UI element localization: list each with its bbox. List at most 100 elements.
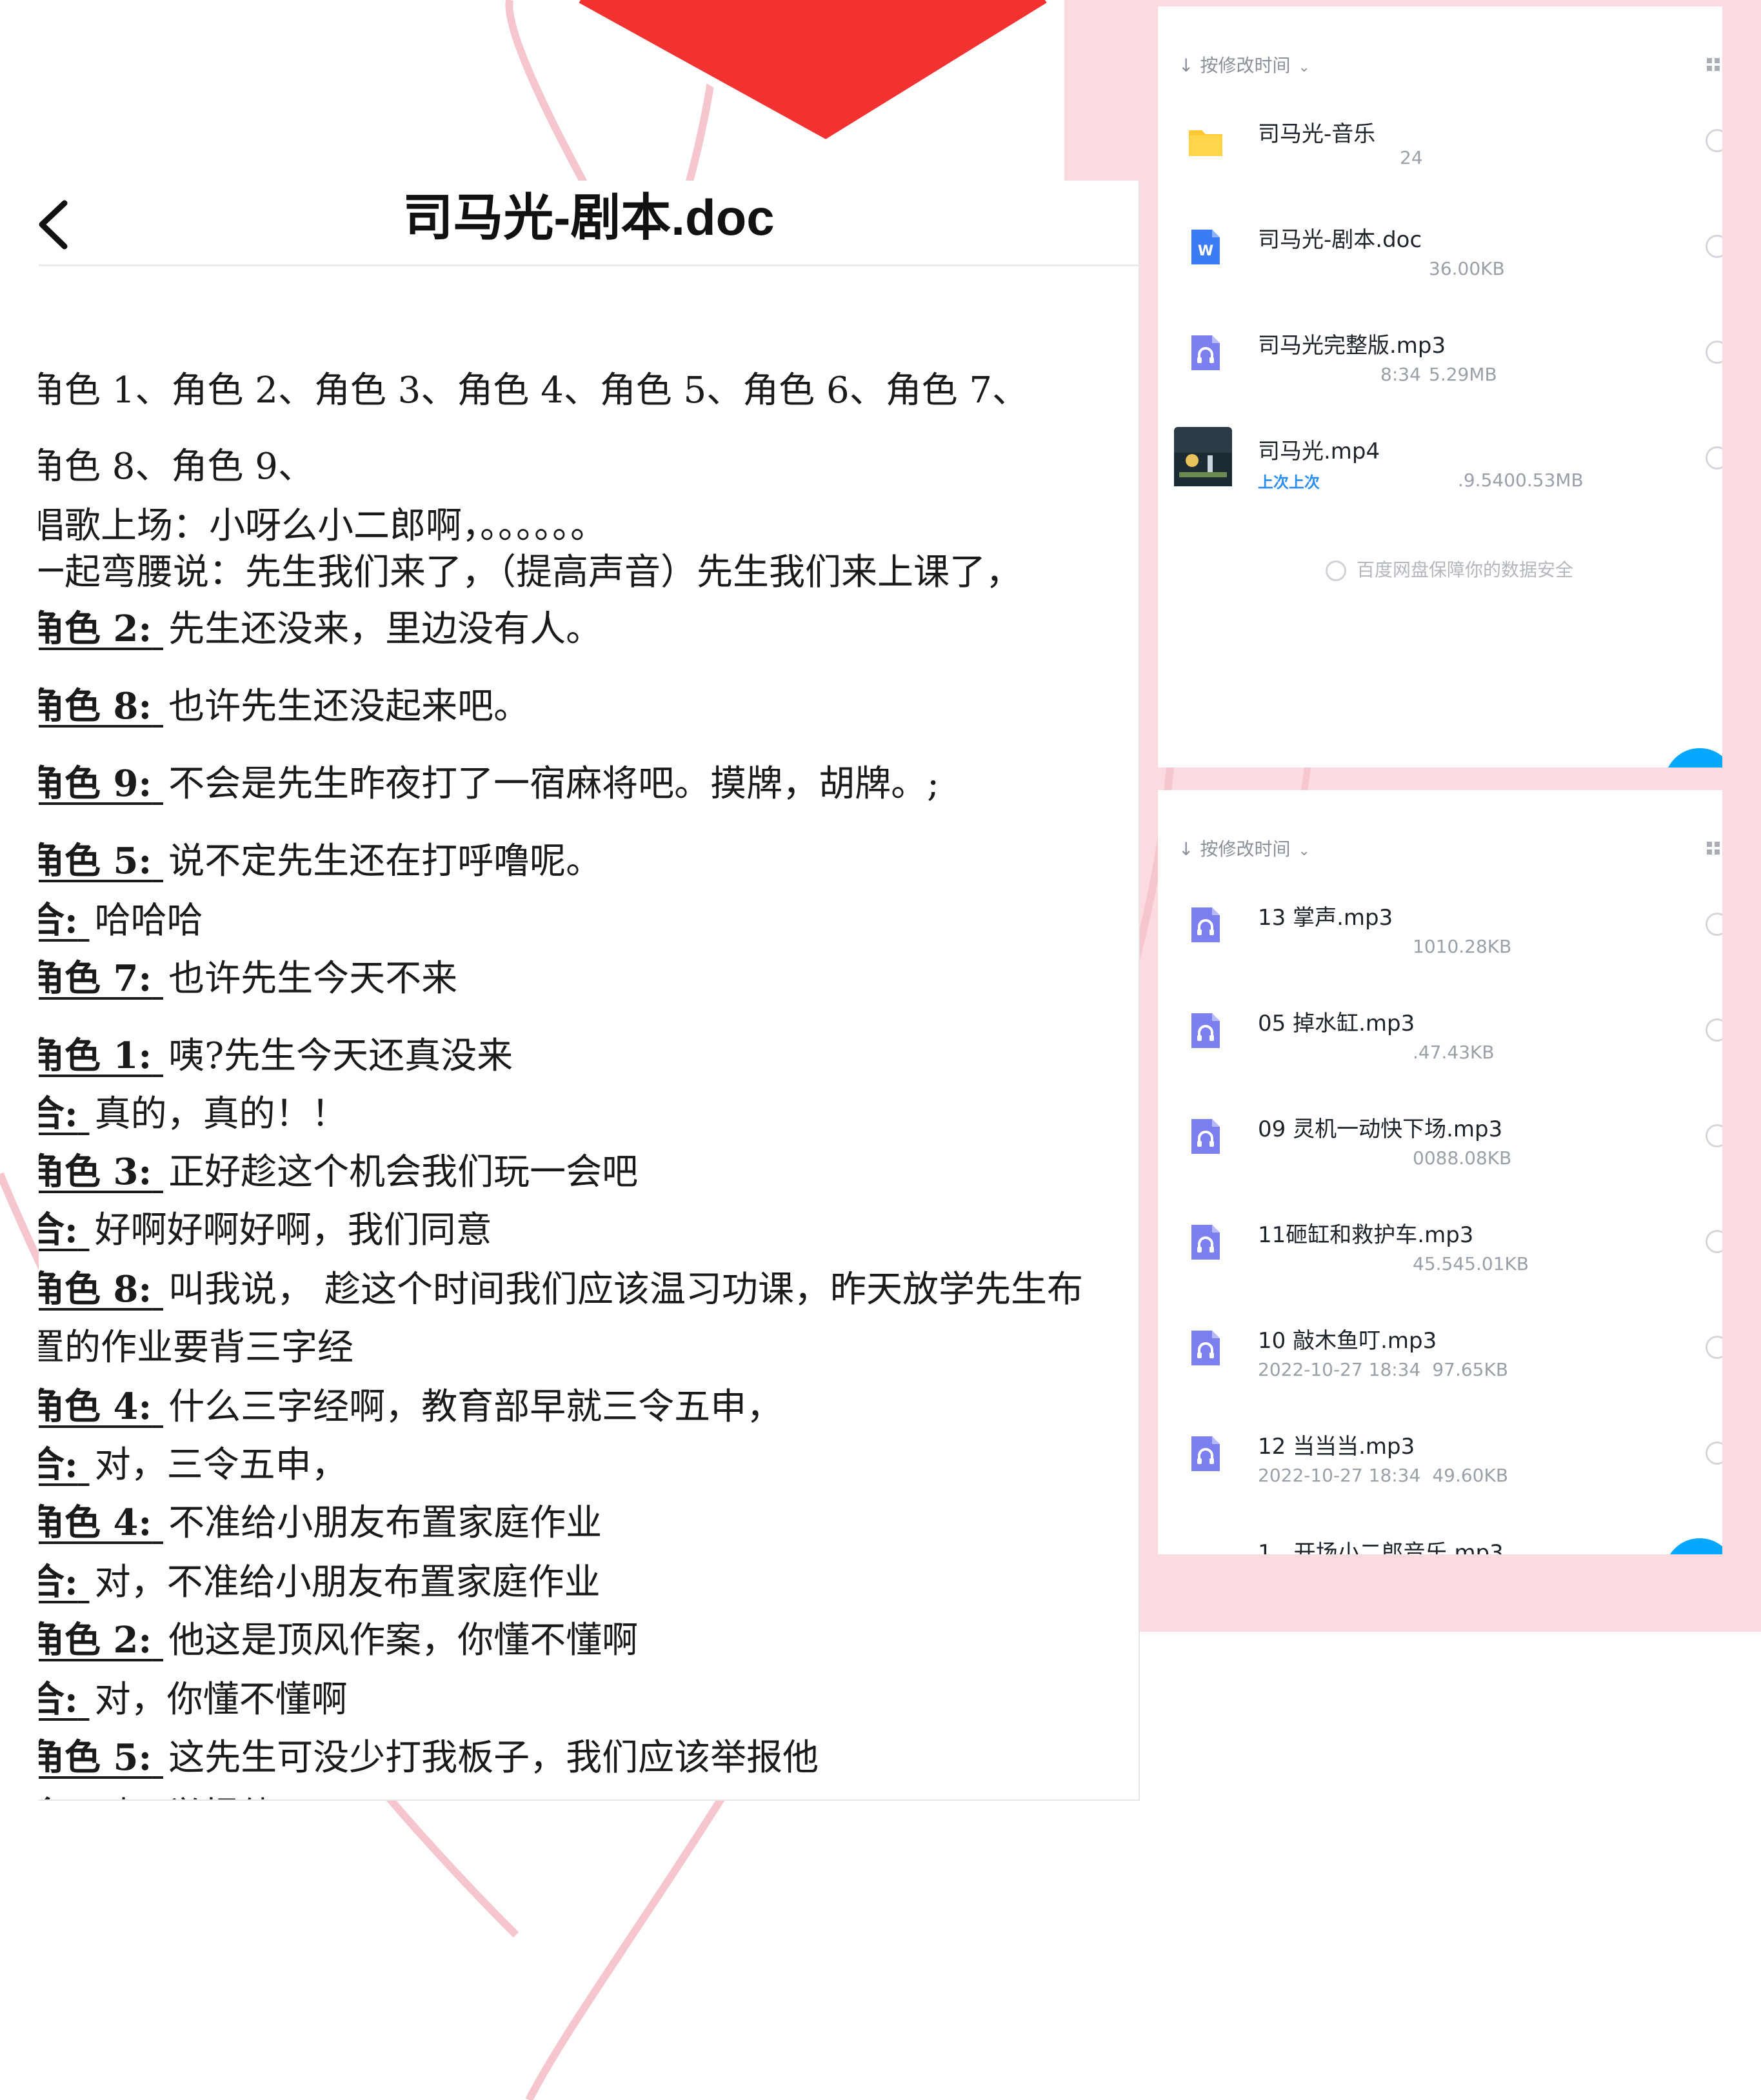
file-meta: 45.545.01KB [1258, 1253, 1645, 1279]
file-row[interactable]: 13 掌声.mp3 1010.28KB [1158, 887, 1722, 993]
speaker-label: 合: [39, 1678, 78, 1721]
file-size: 36.00KB [1429, 258, 1505, 279]
select-radio[interactable] [1706, 446, 1722, 470]
file-size: .47.43KB [1413, 1042, 1495, 1063]
back-button[interactable] [39, 193, 97, 258]
svg-text:W: W [1198, 243, 1213, 259]
speaker-label: 角色 8: [39, 685, 152, 728]
select-radio[interactable] [1706, 913, 1722, 936]
heart-shape [581, 0, 1045, 135]
file-meta: 上次上次 .9.5400.53MB [1258, 470, 1645, 495]
line-text: 咦?先生今天还真没来 [168, 1035, 513, 1077]
file-size: 97.65KB [1432, 1359, 1509, 1380]
file-row[interactable]: 09 灵机一动快下场.mp3 0088.08KB [1158, 1098, 1722, 1204]
speaker-underline [78, 1093, 95, 1135]
speaker-label: 合: [39, 1209, 78, 1251]
file-name: 司马光-剧本.doc [1258, 227, 1422, 253]
file-meta: 8:34 5.29MB [1258, 364, 1645, 390]
file-row[interactable]: 司马光完整版.mp3 8:34 5.29MB [1158, 315, 1722, 421]
upload-fab-button[interactable] [1664, 1538, 1722, 1554]
select-radio[interactable] [1706, 1018, 1722, 1042]
upload-fab-button[interactable] [1664, 748, 1722, 768]
line-text: 对，举报他 [95, 1795, 275, 1799]
audio-file-icon [1188, 333, 1224, 373]
select-radio[interactable] [1706, 1230, 1722, 1253]
script-line: 角色 7: 也许先生今天不来 [39, 949, 457, 1002]
script-line: 角色 1: 咦?先生今天还真没来 [39, 1027, 513, 1079]
speaker-label: 合: [39, 1443, 78, 1486]
sort-arrow-icon: ↓ [1179, 55, 1194, 76]
file-date: 24 [1400, 147, 1423, 168]
speaker-underline [152, 1620, 168, 1661]
script-line: 角色 8、角色 9、 [39, 437, 314, 490]
script-line: 一起弯腰说：先生我们来了，（提高声音）先生我们来上课了， [39, 543, 1022, 595]
script-line: 合: 对，你懂不懂啊 [39, 1670, 348, 1723]
line-text: 哈哈哈 [94, 900, 203, 942]
script-line: 合: 哈哈哈 [39, 891, 203, 944]
file-meta: 2022-10-27 18:34 97.65KB [1258, 1359, 1645, 1385]
chevron-down-icon: ⌄ [1298, 59, 1310, 75]
file-row[interactable]: W 司马光-剧本.doc 36.00KB [1158, 209, 1722, 315]
speaker-label: 角色 3: [39, 1151, 152, 1193]
document-title: 司马光-剧本.doc [403, 189, 775, 246]
select-radio[interactable] [1706, 235, 1722, 258]
grid-view-icon[interactable] [1707, 842, 1722, 857]
script-line: 合: 好啊好啊好啊，我们同意 [39, 1201, 492, 1253]
file-row[interactable]: 11砸缸和救护车.mp3 45.545.01KB [1158, 1204, 1722, 1310]
audio-file-icon [1188, 1116, 1224, 1156]
line-text: 也许先生今天不来 [168, 958, 458, 1000]
sort-control[interactable]: ↓ 按修改时间 ⌄ [1179, 52, 1310, 77]
script-line: 角色 3: 正好趁这个机会我们玩一会吧 [39, 1143, 638, 1195]
speaker-underline [78, 1679, 95, 1721]
file-name: 司马光-音乐 [1258, 121, 1376, 147]
select-radio[interactable] [1706, 1441, 1722, 1465]
line-text: 正好趁这个机会我们玩一会吧 [168, 1151, 639, 1193]
file-row[interactable]: 05 掉水缸.mp3 .47.43KB [1158, 993, 1722, 1098]
speaker-label: 角色 4: [39, 1501, 152, 1544]
line-text: 唱歌上场：小呀么小二郎啊，。。。。。。 [39, 505, 606, 547]
speaker-label: 角色 1: [39, 1035, 152, 1077]
file-name: 09 灵机一动快下场.mp3 [1258, 1116, 1503, 1142]
file-meta: 24 [1258, 147, 1645, 178]
sort-label: 按修改时间 [1200, 838, 1291, 860]
line-text: 他这是顶风作案，你懂不懂啊 [168, 1620, 639, 1661]
chevron-down-icon: ⌄ [1298, 843, 1310, 859]
line-text: 不准给小朋友布置家庭作业 [168, 1502, 602, 1544]
script-line: 合: 对，三令五申， [39, 1436, 348, 1488]
grid-view-icon[interactable] [1707, 58, 1722, 74]
file-date: 8:34 [1380, 364, 1421, 385]
select-radio[interactable] [1706, 1336, 1722, 1359]
sort-control[interactable]: ↓ 按修改时间 ⌄ [1179, 835, 1310, 861]
select-radio[interactable] [1706, 129, 1722, 152]
speaker-underline [152, 1386, 168, 1428]
file-size: 0088.08KB [1413, 1147, 1512, 1169]
speaker-underline [152, 1502, 168, 1544]
file-size: 1010.28KB [1413, 936, 1512, 957]
select-radio[interactable] [1706, 1124, 1722, 1147]
speaker-underline [152, 1151, 168, 1193]
script-line: 角色 8: 也许先生还没起来吧。 [39, 677, 530, 729]
line-text: 好啊好啊好啊，我们同意 [94, 1209, 492, 1251]
script-line: 角色 4: 不准给小朋友布置家庭作业 [39, 1494, 602, 1546]
file-date: 2022-10-27 18:34 [1258, 1359, 1421, 1380]
file-name-partial[interactable]: 1、开场小二郎音乐.mp3 [1258, 1535, 1504, 1554]
file-row[interactable]: 司马光-音乐 24 [1158, 103, 1722, 209]
speaker-underline [152, 1269, 168, 1311]
file-row[interactable]: 12 当当当.mp3 2022-10-27 18:34 49.60KB [1158, 1416, 1722, 1521]
sort-arrow-icon: ↓ [1179, 838, 1194, 860]
select-radio[interactable] [1706, 341, 1722, 364]
script-line: 角色 9: 不会是先生昨夜打了一宿麻将吧。摸牌，胡牌。; [39, 755, 939, 807]
speaker-label: 合: [39, 1093, 78, 1135]
file-name: 11砸缸和救护车.mp3 [1258, 1222, 1474, 1248]
speaker-label: 合: [39, 1794, 78, 1799]
script-line: 合: 对，不准给小朋友布置家庭作业 [39, 1553, 601, 1605]
file-size: .9.5400.53MB [1458, 470, 1584, 491]
audio-file-icon [1188, 905, 1224, 945]
file-row[interactable]: 10 敲木鱼叮.mp3 2022-10-27 18:34 97.65KB [1158, 1310, 1722, 1416]
speaker-underline [152, 763, 168, 805]
file-meta: 0088.08KB [1258, 1147, 1645, 1173]
speaker-underline [78, 1444, 95, 1486]
shield-icon [1326, 560, 1346, 581]
speaker-label: 角色 4: [39, 1385, 152, 1428]
file-row[interactable]: 司马光.mp4 上次上次 .9.5400.53MB [1158, 421, 1722, 526]
